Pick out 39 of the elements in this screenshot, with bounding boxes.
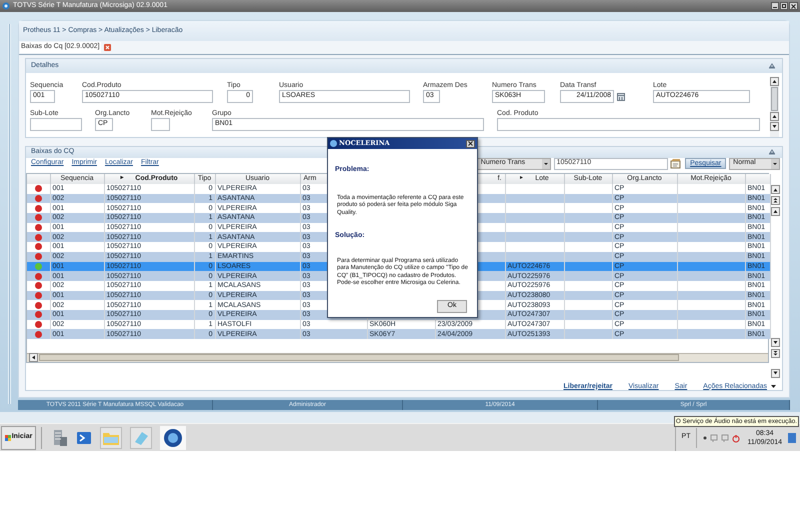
app-icon[interactable] xyxy=(160,426,186,450)
close-tab-icon[interactable] xyxy=(104,44,111,51)
scroll-down-button[interactable] xyxy=(770,122,779,131)
collapse-icon[interactable] xyxy=(768,63,776,69)
scroll-down-button[interactable] xyxy=(770,338,780,346)
tray-icons[interactable] xyxy=(703,432,742,442)
restore-button[interactable] xyxy=(780,2,788,10)
server-icon[interactable] xyxy=(52,428,68,446)
notepad-icon[interactable] xyxy=(670,158,682,168)
caret-icon[interactable] xyxy=(771,385,776,388)
input-field[interactable] xyxy=(151,118,170,131)
scroll-up-button[interactable] xyxy=(770,77,779,86)
flag-icon xyxy=(4,434,11,440)
dropdown-icon xyxy=(542,158,550,168)
app-icon xyxy=(2,2,10,10)
arrow-icon xyxy=(772,370,778,376)
arrow-icon xyxy=(772,340,778,344)
arrow-icon xyxy=(31,355,36,360)
input-field[interactable] xyxy=(30,118,82,131)
arrow-icon xyxy=(772,208,778,214)
terminal-icon[interactable] xyxy=(76,430,92,446)
scrollbar[interactable] xyxy=(770,77,779,137)
app-icon xyxy=(330,140,337,147)
scroll-up-button[interactable] xyxy=(770,112,779,121)
arrow-icon xyxy=(772,79,777,84)
scroll-bottom-button[interactable] xyxy=(770,368,780,378)
scroll-page-down-button[interactable] xyxy=(770,348,780,358)
minimize-button[interactable] xyxy=(771,2,779,10)
collapse-icon[interactable] xyxy=(768,149,776,156)
arrow-icon xyxy=(772,350,778,356)
dropdown-icon xyxy=(771,158,780,168)
scroll-left-button[interactable] xyxy=(29,353,38,362)
close-button[interactable] xyxy=(789,2,798,10)
calendar-icon[interactable] xyxy=(617,92,625,100)
close-button[interactable] xyxy=(466,140,475,148)
show-desktop-button[interactable] xyxy=(788,432,796,442)
input-field[interactable] xyxy=(497,118,760,131)
arrow-icon xyxy=(772,198,778,202)
arrow-icon xyxy=(772,186,778,192)
